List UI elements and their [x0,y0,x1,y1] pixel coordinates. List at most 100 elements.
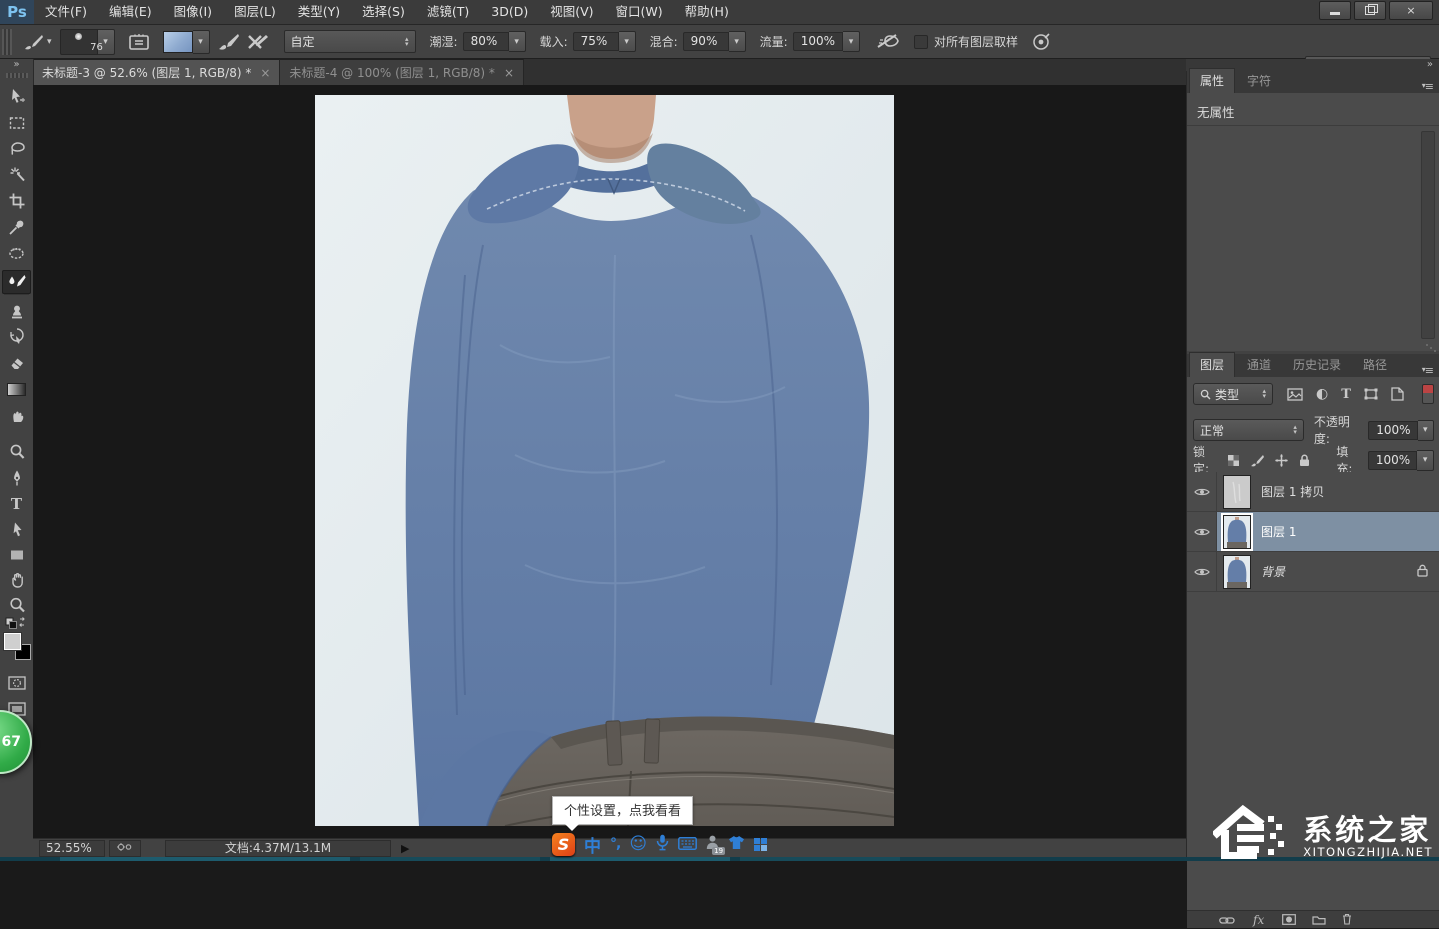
type-tool[interactable]: T [2,492,31,516]
filter-type-combo[interactable]: 类型 ▴▾ [1193,383,1273,405]
tab-2-close-icon[interactable]: × [504,66,514,80]
lock-position-button[interactable] [1275,454,1288,467]
ime-emoji-button[interactable]: ☺ [629,834,647,854]
hand-tool[interactable] [2,568,31,592]
visibility-toggle[interactable] [1187,552,1217,591]
restore-button[interactable] [1354,1,1386,20]
dodge-tool[interactable] [2,440,31,464]
swap-colors-control[interactable] [5,615,27,634]
tab-history[interactable]: 历史记录 [1283,353,1351,377]
tab-channels[interactable]: 通道 [1237,353,1281,377]
properties-scrollbar[interactable] [1421,131,1435,339]
magic-wand-tool[interactable] [2,163,31,187]
menu-view[interactable]: 视图(V) [539,0,604,24]
flow-value[interactable]: 100% [793,32,843,51]
properties-resize-grip[interactable] [1425,343,1437,353]
fill-value[interactable]: 100% [1368,451,1418,470]
layer-row-selected[interactable]: 图层 1 [1187,512,1439,552]
menu-filter[interactable]: 滤镜(T) [416,0,480,24]
new-group-button[interactable] [1312,910,1326,929]
menu-image[interactable]: 图像(I) [163,0,223,24]
ime-account-button[interactable]: 19 [706,835,719,854]
lock-pixels-button[interactable] [1250,454,1264,467]
tab-paths[interactable]: 路径 [1353,353,1397,377]
menu-select[interactable]: 选择(S) [351,0,416,24]
status-flyout-arrow-icon[interactable]: ▶ [401,842,409,855]
lock-all-button[interactable] [1299,454,1310,467]
swatch-dropdown[interactable]: ▾ [193,30,210,54]
tool-preset-picker[interactable]: ▾ [22,30,52,54]
menu-layer[interactable]: 图层(L) [223,0,287,24]
opacity-dropdown[interactable]: ▾ [1418,420,1435,441]
menu-type[interactable]: 类型(Y) [287,0,351,24]
toggle-brush-panel-button[interactable] [129,30,149,54]
layer-name[interactable]: 图层 1 [1261,523,1296,540]
blend-mode-combo[interactable]: 正常 ▴▾ [1193,419,1304,441]
menu-edit[interactable]: 编辑(E) [98,0,163,24]
layers-panel-menu-icon[interactable]: ▾≡ [1422,364,1439,377]
filter-adjustment-layers-button[interactable]: ◐ [1316,386,1328,402]
mix-value[interactable]: 90% [683,32,729,51]
ime-punctuation-toggle[interactable]: °, [610,836,620,852]
mixer-brush-tool[interactable] [2,270,31,294]
tab-1-close-icon[interactable]: × [260,66,270,80]
healing-patch-tool[interactable] [2,241,31,265]
rectangular-marquee-tool[interactable] [2,111,31,135]
eyedropper-tool[interactable] [2,215,31,239]
ime-language-toggle[interactable]: 中 [584,832,601,857]
zoom-level-field[interactable]: 52.55% [39,840,105,857]
filter-smart-objects-button[interactable] [1391,387,1404,401]
smudge-tool[interactable] [2,403,31,427]
options-grip[interactable] [2,29,12,55]
add-layer-mask-button[interactable] [1282,910,1296,929]
mix-dropdown[interactable]: ▾ [729,31,746,52]
rectangle-shape-tool[interactable] [2,543,31,567]
layer-thumbnail[interactable] [1223,515,1251,549]
wet-value[interactable]: 80% [463,32,509,51]
close-button[interactable]: × [1389,1,1433,20]
filter-pixel-layers-button[interactable] [1287,388,1303,401]
ime-voice-button[interactable] [656,834,669,855]
ime-toolbox-button[interactable] [754,838,767,851]
menu-file[interactable]: 文件(F) [34,0,98,24]
quick-mask-button[interactable] [2,671,31,695]
eraser-tool[interactable] [2,351,31,375]
status-options-button[interactable] [109,840,141,857]
fill-dropdown[interactable]: ▾ [1417,450,1434,471]
move-tool[interactable] [2,85,31,109]
gradient-tool[interactable] [2,377,31,401]
sample-all-layers-checkbox[interactable] [914,35,928,49]
document-tab-1[interactable]: 未标题-3 @ 52.6% (图层 1, RGB/8) * × [33,59,280,85]
ime-keyboard-button[interactable] [678,835,697,854]
visibility-toggle[interactable] [1187,512,1217,551]
history-brush-tool[interactable] [2,325,31,349]
foreground-background-swatches[interactable] [4,633,30,659]
load-brush-after-stroke-button[interactable] [218,30,240,54]
filter-type-layers-button[interactable]: T [1341,387,1351,402]
pressure-size-toggle-button[interactable] [1032,30,1050,54]
menu-3d[interactable]: 3D(D) [480,0,539,24]
crop-tool[interactable] [2,189,31,213]
tab-character[interactable]: 字符 [1237,69,1281,93]
layer-row-background[interactable]: 背景 [1187,552,1439,592]
layer-thumbnail[interactable] [1223,555,1251,589]
tab-layers[interactable]: 图层 [1189,352,1235,377]
layer-thumbnail[interactable] [1223,475,1251,509]
tab-properties[interactable]: 属性 [1189,68,1235,93]
load-dropdown[interactable]: ▾ [619,31,636,52]
clean-brush-after-stroke-button[interactable] [246,30,270,54]
canvas-photo[interactable] [315,95,894,826]
lasso-tool[interactable] [2,137,31,161]
delete-layer-button[interactable] [1342,910,1352,929]
sogou-logo[interactable]: S [552,833,575,856]
layer-name[interactable]: 背景 [1261,563,1285,580]
lock-transparency-button[interactable] [1228,455,1239,466]
useful-mix-combo[interactable]: 自定 ▴▾ [284,30,416,53]
visibility-toggle[interactable] [1187,472,1217,511]
load-value[interactable]: 75% [573,32,619,51]
filtering-toggle-switch[interactable] [1422,384,1434,404]
link-layers-button[interactable] [1219,910,1235,929]
document-tab-2[interactable]: 未标题-4 @ 100% (图层 1, RGB/8) * × [280,59,524,85]
menu-help[interactable]: 帮助(H) [674,0,740,24]
layer-style-button[interactable]: fx [1253,913,1264,927]
